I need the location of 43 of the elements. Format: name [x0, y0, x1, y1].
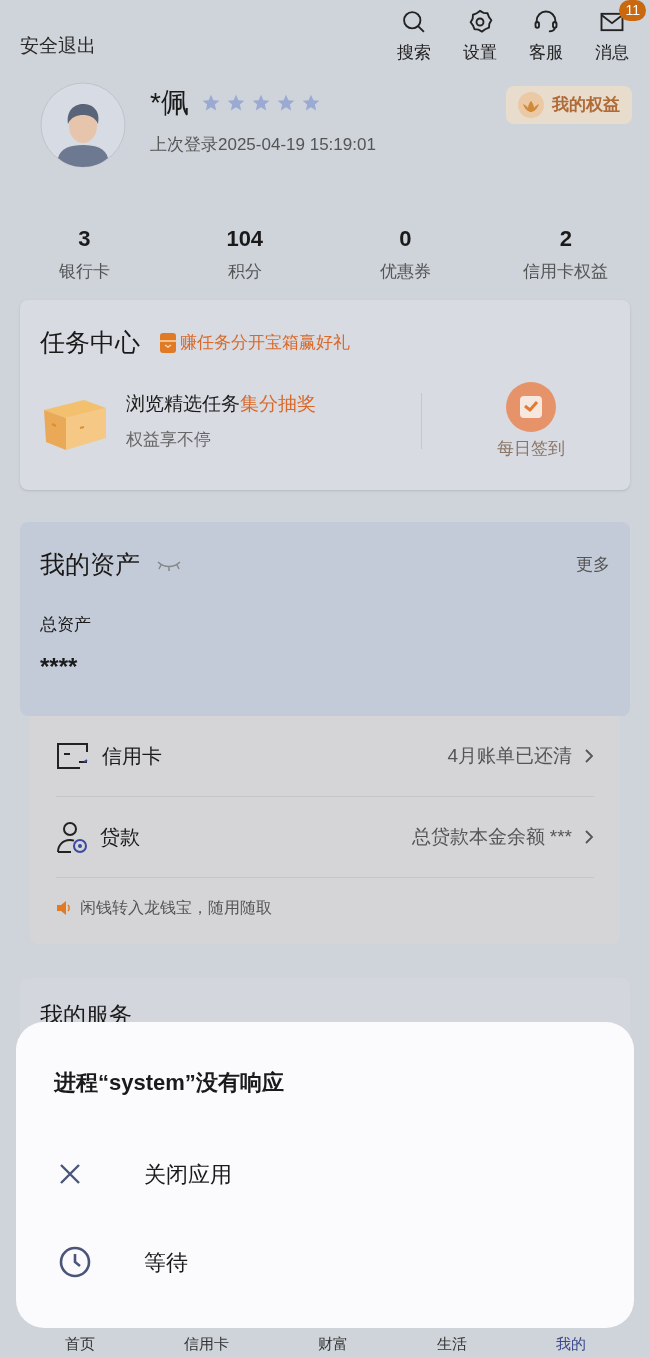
task-subtitle: 权益享不停	[126, 428, 212, 451]
card-title: 任务中心	[40, 327, 140, 358]
toolbar-button[interactable]: 客服	[524, 8, 568, 66]
user-icon	[56, 820, 88, 854]
lotus-icon	[518, 91, 544, 118]
task-title: 浏览精选任务集分抽奖	[126, 392, 316, 417]
stat-value: 2	[559, 224, 572, 253]
stat-value: 3	[78, 224, 91, 253]
clock-icon	[58, 1245, 92, 1279]
stat-label: 银行卡	[58, 260, 110, 283]
nav-tab[interactable]: 信用卡	[183, 1333, 229, 1356]
nav-tab[interactable]: 财富	[317, 1333, 348, 1356]
nav-tab[interactable]: 生活	[436, 1333, 467, 1356]
user-name: *佩	[150, 85, 189, 120]
speaker-icon	[56, 901, 72, 915]
dialog-option[interactable]: 等待	[54, 1243, 596, 1281]
logout-link[interactable]: 安全退出	[20, 32, 96, 61]
more-link[interactable]: 更多	[576, 552, 610, 578]
stat-value: 104	[226, 224, 264, 253]
chest-icon	[160, 332, 176, 353]
chevron-right-icon	[584, 829, 594, 845]
asset-row[interactable]: 贷款 总贷款本金余额 ***	[56, 797, 594, 878]
dialog-option[interactable]: 关闭应用	[54, 1155, 596, 1193]
card-title: 我的资产	[40, 549, 140, 580]
stat-label: 积分	[227, 260, 262, 283]
nav-tab[interactable]: 首页	[64, 1333, 95, 1356]
toolbar-button[interactable]: 设置	[458, 8, 502, 66]
total-assets-value: ****	[40, 652, 79, 682]
total-assets-label: 总资产	[40, 613, 92, 636]
stat-label: 优惠券	[379, 260, 431, 283]
chevron-right-icon	[584, 748, 594, 764]
toolbar-button[interactable]: 搜索	[392, 8, 436, 66]
notification-badge: 11	[619, 0, 646, 21]
card-icon	[56, 742, 90, 770]
close-icon	[58, 1162, 82, 1186]
dialog-title: 进程“system”没有响应	[54, 1069, 285, 1097]
notice-text: 闲钱转入龙钱宝，随用随取	[80, 898, 272, 918]
stat-value: 0	[399, 224, 412, 253]
last-login-text: 上次登录2025-04-19 15:19:01	[150, 133, 376, 156]
asset-row[interactable]: 信用卡 4月账单已还清	[56, 716, 594, 797]
calendar-check-icon	[506, 381, 556, 432]
nav-tab[interactable]: 我的	[555, 1333, 586, 1356]
stat-label: 信用卡权益	[523, 260, 609, 283]
